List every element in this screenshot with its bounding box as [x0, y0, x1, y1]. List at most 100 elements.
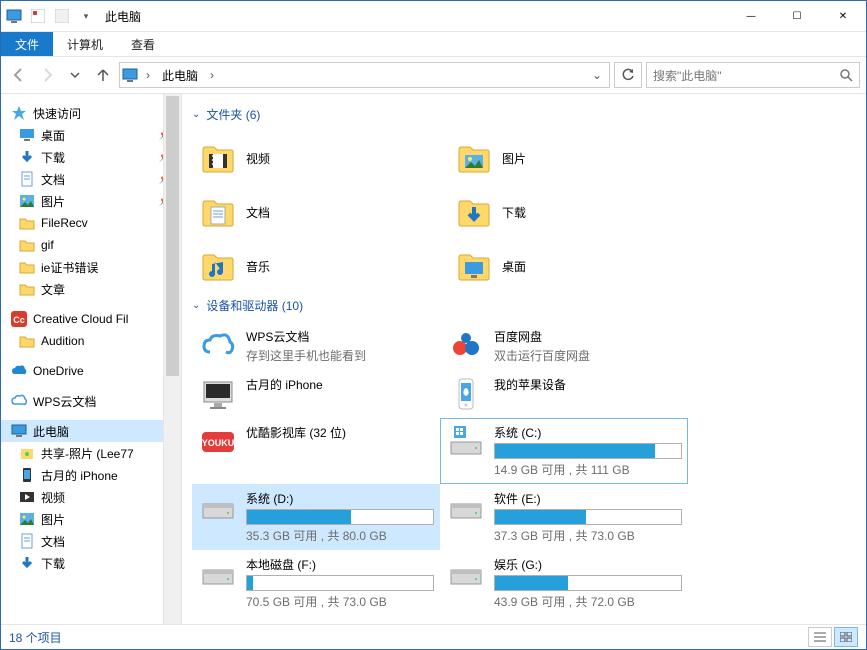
- sidebar-item[interactable]: 文档: [1, 530, 181, 552]
- navigation-bar: › 此电脑 › ⌄ 搜索"此电脑": [1, 56, 866, 94]
- sidebar-item[interactable]: 此电脑: [1, 420, 181, 442]
- device-item[interactable]: WPS云文档存到这里手机也能看到: [192, 322, 440, 370]
- device-item[interactable]: 系统 (C:)14.9 GB 可用 , 共 111 GB: [440, 418, 688, 484]
- sidebar-item[interactable]: 文章: [1, 278, 181, 300]
- folder-sm-icon: [19, 259, 35, 275]
- device-item[interactable]: 娱乐 (G:) 43.9 GB 可用 , 共 72.0 GB: [440, 550, 688, 616]
- folder-item[interactable]: 文档: [192, 185, 448, 239]
- sidebar-item[interactable]: 图片: [1, 508, 181, 530]
- sidebar-item[interactable]: gif: [1, 234, 181, 256]
- device-name: 古月的 iPhone: [246, 376, 434, 393]
- recent-dropdown[interactable]: [63, 63, 87, 87]
- device-name: 软件 (E:): [494, 490, 682, 507]
- qat-dropdown-icon[interactable]: ▾: [77, 7, 95, 25]
- device-item[interactable]: 系统 (D:)35.3 GB 可用 , 共 80.0 GB: [192, 484, 440, 550]
- device-item[interactable]: 百度网盘双击运行百度网盘: [440, 322, 688, 370]
- forward-button[interactable]: [35, 63, 59, 87]
- device-free-space: 43.9 GB 可用 , 共 72.0 GB: [494, 593, 682, 610]
- sidebar-item[interactable]: 桌面📌: [1, 124, 181, 146]
- chevron-right-icon[interactable]: ›: [142, 68, 154, 82]
- device-item[interactable]: YOUKU优酷影视库 (32 位): [192, 418, 440, 484]
- desktop-sm-icon: [19, 127, 35, 143]
- device-subtitle: 双击运行百度网盘: [494, 347, 682, 364]
- device-name: 系统 (D:): [246, 490, 434, 507]
- address-bar[interactable]: › 此电脑 › ⌄: [119, 62, 610, 88]
- folder-name: 视频: [246, 150, 270, 167]
- content-pane: ⌄ 文件夹 (6) 视频 图片文档下载音乐桌面 ⌄ 设备和驱动器 (10) WPS…: [182, 94, 866, 624]
- sidebar-item[interactable]: 古月的 iPhone: [1, 464, 181, 486]
- details-view-button[interactable]: [808, 627, 832, 647]
- tab-view[interactable]: 查看: [117, 32, 169, 56]
- sidebar-item[interactable]: FileRecv: [1, 212, 181, 234]
- up-button[interactable]: [91, 63, 115, 87]
- sidebar-scrollbar[interactable]: [163, 94, 181, 624]
- chevron-right-icon[interactable]: ›: [206, 68, 218, 82]
- chevron-down-icon: ⌄: [192, 300, 200, 311]
- svg-text:YOUKU: YOUKU: [202, 438, 235, 448]
- search-icon: [839, 68, 853, 82]
- title-bar: ▾ 此电脑 — ☐ ✕: [1, 1, 866, 32]
- sidebar-item[interactable]: 文档📌: [1, 168, 181, 190]
- folder-item[interactable]: 图片: [448, 131, 704, 185]
- group-header-devices[interactable]: ⌄ 设备和驱动器 (10): [192, 297, 856, 314]
- sidebar-item-label: 此电脑: [33, 423, 69, 440]
- baidu-icon: [448, 328, 484, 364]
- sidebar-item-label: 下载: [41, 149, 65, 166]
- tab-computer[interactable]: 计算机: [53, 32, 117, 56]
- sidebar-item-label: 桌面: [41, 127, 65, 144]
- sidebar-item[interactable]: 共享-照片 (Lee77: [1, 442, 181, 464]
- close-button[interactable]: ✕: [820, 1, 866, 31]
- pc-icon: [11, 423, 27, 439]
- app-icon-2: [53, 7, 71, 25]
- explorer-window: ▾ 此电脑 — ☐ ✕ 文件 计算机 查看 › 此电脑 › ⌄ 搜索"此电脑": [0, 0, 867, 650]
- sidebar-item[interactable]: Audition: [1, 330, 181, 352]
- sidebar-item-label: 图片: [41, 193, 65, 210]
- group-header-folders[interactable]: ⌄ 文件夹 (6): [192, 106, 856, 123]
- sidebar-item[interactable]: 视频: [1, 486, 181, 508]
- refresh-button[interactable]: [614, 62, 642, 88]
- tiles-view-button[interactable]: [834, 627, 858, 647]
- sidebar-item-label: ie证书错误: [41, 259, 98, 276]
- sidebar-item-label: OneDrive: [33, 364, 84, 378]
- device-item[interactable]: 本地磁盘 (F:)70.5 GB 可用 , 共 73.0 GB: [192, 550, 440, 616]
- address-dropdown-icon[interactable]: ⌄: [587, 68, 607, 82]
- search-input[interactable]: 搜索"此电脑": [646, 62, 860, 88]
- sidebar-item[interactable]: WPS云文档: [1, 390, 181, 412]
- back-button[interactable]: [7, 63, 31, 87]
- pictures-sm-icon: [19, 193, 35, 209]
- sidebar-item[interactable]: ie证书错误: [1, 256, 181, 278]
- folder-item[interactable]: 桌面: [448, 239, 704, 293]
- sidebar-item[interactable]: 下载: [1, 552, 181, 574]
- folder-item[interactable]: 音乐: [192, 239, 448, 293]
- folder-item[interactable]: 视频: [192, 131, 448, 185]
- sidebar-item[interactable]: 下载📌: [1, 146, 181, 168]
- ribbon-tabs: 文件 计算机 查看: [1, 32, 866, 56]
- sidebar-item-label: 文章: [41, 281, 65, 298]
- search-placeholder: 搜索"此电脑": [653, 67, 722, 84]
- device-name: 百度网盘: [494, 328, 682, 345]
- scrollbar-thumb[interactable]: [166, 96, 179, 376]
- device-item[interactable]: 软件 (E:)37.3 GB 可用 , 共 73.0 GB: [440, 484, 688, 550]
- folder-item[interactable]: 下载: [448, 185, 704, 239]
- wpscloud-icon: [200, 328, 236, 364]
- iphone-icon: [448, 376, 484, 412]
- sidebar-item[interactable]: 快速访问: [1, 102, 181, 124]
- drive-icon: [448, 490, 484, 526]
- group-label: 文件夹 (6): [206, 106, 260, 123]
- downloads-sm-icon: [19, 555, 35, 571]
- sidebar-item[interactable]: 图片📌: [1, 190, 181, 212]
- sidebar-item[interactable]: OneDrive: [1, 360, 181, 382]
- device-item[interactable]: 古月的 iPhone: [192, 370, 440, 418]
- device-free-space: 70.5 GB 可用 , 共 73.0 GB: [246, 593, 434, 610]
- sidebar-item[interactable]: CcCreative Cloud Fil: [1, 308, 181, 330]
- tab-file[interactable]: 文件: [1, 32, 53, 56]
- drive-icon: [448, 556, 484, 592]
- device-item[interactable]: 我的苹果设备: [440, 370, 688, 418]
- minimize-button[interactable]: —: [728, 1, 774, 31]
- video-sm-icon: [19, 489, 35, 505]
- maximize-button[interactable]: ☐: [774, 1, 820, 31]
- downloads-sm-icon: [19, 149, 35, 165]
- svg-text:Cc: Cc: [13, 315, 25, 325]
- device-name: 娱乐 (G:): [494, 556, 682, 573]
- breadcrumb-segment[interactable]: 此电脑: [158, 67, 202, 84]
